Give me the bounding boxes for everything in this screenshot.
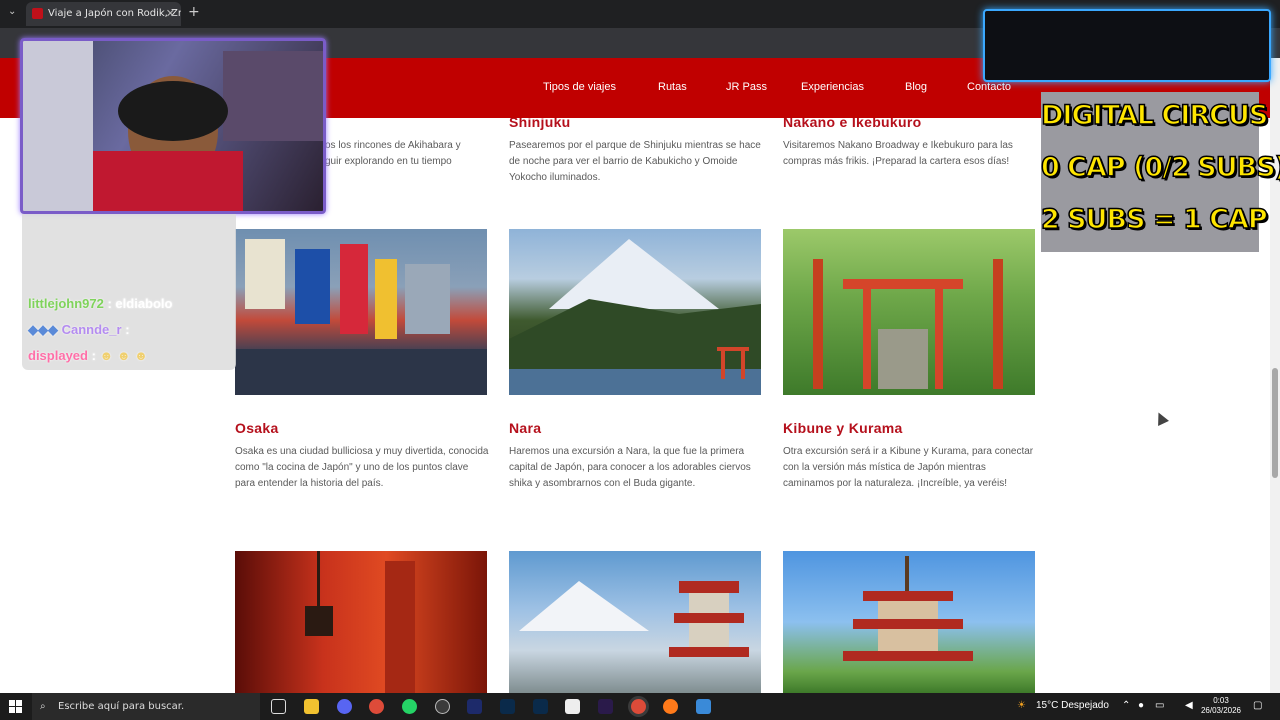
card-osaka-title[interactable]: Osaka [235, 420, 279, 436]
osaka-image[interactable] [235, 229, 487, 395]
premiere-icon[interactable] [598, 699, 613, 714]
nav-tipos-de-viajes[interactable]: Tipos de viajes [543, 81, 616, 93]
clock-time: 0:03 [1213, 696, 1229, 705]
site-favicon-icon [32, 8, 43, 19]
notifications-icon[interactable]: ▢ [1253, 700, 1262, 711]
fushimi-inari-image[interactable] [235, 551, 487, 693]
nav-experiencias[interactable]: Experiencias [801, 81, 864, 93]
card-shinjuku-desc: Pasearemos por el parque de Shinjuku mie… [509, 140, 761, 183]
stream-alert-box [983, 9, 1271, 82]
tray-chevron-icon[interactable]: ⌃ [1122, 700, 1130, 711]
obs-icon[interactable] [435, 699, 450, 714]
chat-message: displayed : ☻ ☻ ☻ [28, 348, 148, 363]
search-icon: ⌕ [40, 701, 46, 712]
fuji-torii-illustration [509, 239, 761, 395]
chat-username: displayed [28, 348, 88, 363]
chat-username: littlejohn972 [28, 296, 104, 311]
weather-icon: ☀ [1017, 700, 1026, 711]
pagoda-image[interactable] [783, 551, 1035, 693]
chat-username: Cannde_r [61, 322, 122, 337]
file-explorer-icon[interactable] [304, 699, 319, 714]
stream-chat-panel: littlejohn972 : eldiabolo ◆◆◆ Cannde_r :… [22, 214, 236, 370]
chat-badges-icon: ◆◆◆ [28, 322, 62, 337]
taskbar-search-input[interactable]: ⌕ Escribe aquí para buscar. [32, 693, 260, 720]
kibune-shrine-illustration [813, 259, 1003, 389]
search-placeholder: Escribe aquí para buscar. [58, 701, 185, 712]
lightroom-icon[interactable] [533, 699, 548, 714]
card-nakano-title[interactable]: Nakano e Ikebukuro [783, 118, 921, 130]
capcut-icon[interactable] [565, 699, 580, 714]
osaka-signs-illustration [235, 239, 487, 395]
chat-separator: : [121, 322, 130, 337]
nav-contacto[interactable]: Contacto [967, 81, 1011, 93]
tab-title: Viaje a Japón con Rodik, Zroly y [48, 8, 181, 19]
chureito-image[interactable] [509, 551, 761, 693]
browser-tab[interactable]: Viaje a Japón con Rodik, Zroly y ✕ [26, 2, 181, 26]
app-icon[interactable] [696, 699, 711, 714]
card-nara-desc: Haremos una excursión a Nara, la que fue… [509, 446, 751, 489]
card-nara-title[interactable]: Nara [509, 420, 541, 436]
network-icon[interactable]: ▭ [1155, 700, 1164, 711]
card-osaka-desc: Osaka es una ciudad bulliciosa y muy div… [235, 446, 489, 489]
sub-goal-panel: DIGITAL CIRCUS 0 CAP (0/2 SUBS) 2 SUBS =… [1040, 92, 1280, 252]
goal-line: 2 SUBS = 1 CAP [1040, 203, 1268, 236]
tab-search-chevron-icon[interactable]: ⌄ [8, 6, 16, 17]
card-kibune-desc: Otra excursión será ir a Kibune y Kurama… [783, 446, 1034, 489]
chat-message: ◆◆◆ Cannde_r : [28, 322, 130, 338]
card-nakano-desc: Visitaremos Nakano Broadway e Ikebukuro … [783, 140, 1013, 167]
audition-icon[interactable] [467, 699, 482, 714]
discord-icon[interactable] [337, 699, 352, 714]
webcam-overlay [20, 38, 326, 214]
card-akihabara-desc: os los rincones de Akihabara y guir expl… [325, 140, 461, 167]
kibune-image[interactable] [783, 229, 1035, 395]
firefox-icon[interactable] [663, 699, 678, 714]
volume-icon[interactable]: ◀ [1185, 700, 1193, 711]
goal-line: 0 CAP (0/2 SUBS) [1040, 151, 1280, 184]
chat-text: eldiabolo [115, 296, 173, 311]
nav-jr-pass[interactable]: JR Pass [726, 81, 767, 93]
windows-taskbar: ⌕ Escribe aquí para buscar. ☀ 15°C Despe… [0, 693, 1280, 720]
chat-separator: : [103, 296, 116, 311]
whatsapp-icon[interactable] [402, 699, 417, 714]
clock-date: 26/03/2026 [1200, 706, 1242, 715]
fuji-pagoda-illustration [519, 581, 749, 657]
goal-line: DIGITAL CIRCUS [1040, 99, 1269, 132]
streamer-webcam-illustration [23, 41, 323, 211]
chrome-icon[interactable] [369, 699, 384, 714]
weather-text[interactable]: 15°C Despejado [1036, 700, 1109, 711]
chat-message: littlejohn972 : eldiabolo [28, 296, 172, 311]
card-shinjuku-title[interactable]: Shinjuku [509, 118, 571, 130]
red-pagoda-illustration [843, 556, 973, 661]
chat-separator: : [87, 348, 100, 363]
tab-close-icon[interactable]: ✕ [166, 2, 175, 26]
nara-image[interactable] [509, 229, 761, 395]
nav-rutas[interactable]: Rutas [658, 81, 687, 93]
task-view-icon[interactable] [271, 699, 286, 714]
lantern-torii-illustration [305, 551, 415, 693]
scrollbar-thumb[interactable] [1272, 368, 1278, 478]
taskbar-clock[interactable]: 0:03 26/03/2026 [1198, 696, 1244, 716]
windows-icon[interactable] [9, 700, 22, 713]
card-kibune-title[interactable]: Kibune y Kurama [783, 420, 903, 436]
microphone-icon[interactable]: ● [1138, 700, 1144, 711]
chat-emote-icon: ☻ ☻ ☻ [99, 348, 148, 363]
nav-blog[interactable]: Blog [905, 81, 927, 93]
chrome-active-icon[interactable] [631, 699, 646, 714]
new-tab-button[interactable]: + [188, 4, 200, 20]
photoshop-icon[interactable] [500, 699, 515, 714]
